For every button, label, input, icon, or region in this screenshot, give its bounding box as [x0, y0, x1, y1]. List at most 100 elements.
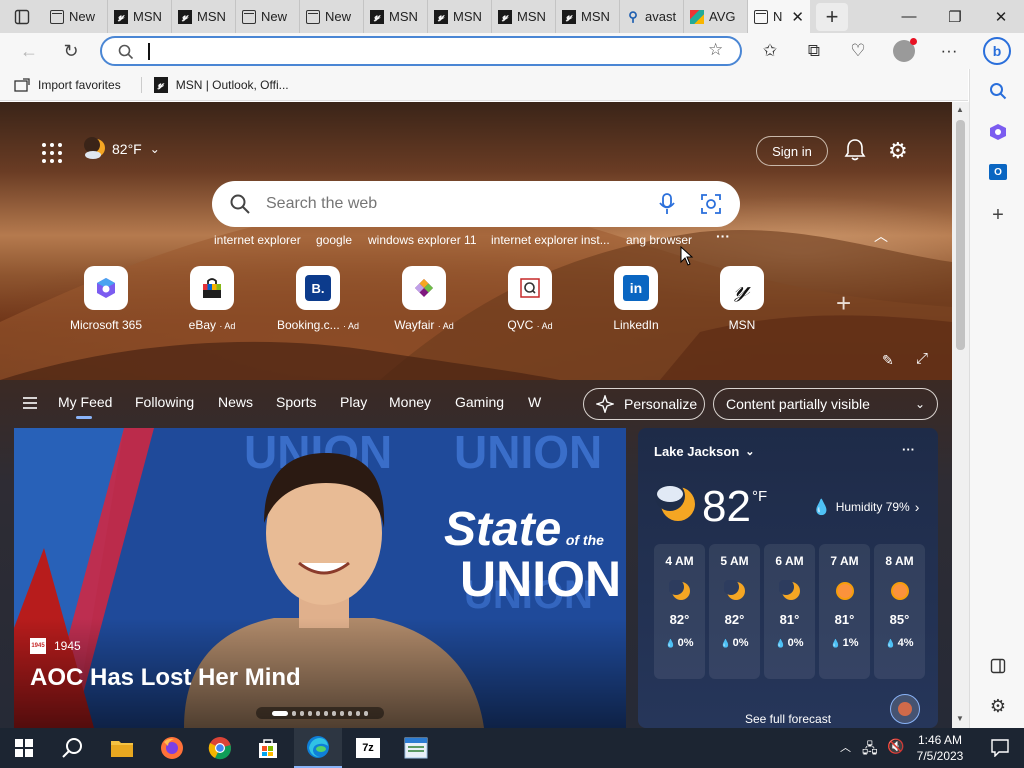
close-tab-icon[interactable]: ✕ [791, 8, 804, 26]
carousel-dot[interactable] [340, 710, 344, 716]
carousel-dot[interactable] [324, 710, 328, 716]
top-site-ebay[interactable]: eBay · Ad [167, 266, 257, 332]
browser-tab[interactable]: ⚲ avast [620, 0, 684, 33]
top-site-microsoft365[interactable]: Microsoft 365 [61, 266, 151, 332]
taskbar-notepad[interactable] [392, 728, 440, 768]
personalize-button[interactable]: Personalize [583, 388, 705, 420]
browser-tab-active[interactable]: N ✕ [748, 0, 810, 33]
notification-center-button[interactable] [976, 728, 1024, 768]
collections-button[interactable]: ⧉ [799, 37, 829, 65]
minimize-button[interactable]: — [886, 0, 932, 33]
tab-sports[interactable]: Sports [276, 394, 316, 410]
trending-search[interactable]: internet explorer [214, 233, 301, 247]
tab-news[interactable]: News [218, 394, 253, 410]
notifications-button[interactable] [844, 138, 866, 167]
sidebar-outlook-button[interactable]: O [984, 158, 1012, 186]
browser-tab[interactable]: 𝓎 MSN [172, 0, 236, 33]
expand-icon[interactable]: ⤢ [916, 350, 928, 367]
carousel-dot[interactable] [308, 710, 312, 716]
visual-search-icon[interactable] [701, 194, 721, 214]
browser-tab[interactable]: New [44, 0, 108, 33]
see-full-forecast-link[interactable]: See full forecast [745, 712, 831, 726]
refresh-button[interactable]: ↻ [56, 37, 86, 65]
network-icon[interactable]: 🖧 [862, 738, 878, 762]
top-site-booking[interactable]: B. Booking.c... · Ad [273, 266, 363, 332]
browser-tab[interactable]: New [300, 0, 364, 33]
microphone-icon[interactable] [658, 193, 676, 215]
tab-following[interactable]: Following [135, 394, 194, 410]
carousel-dot[interactable] [348, 710, 352, 716]
trending-search[interactable]: internet explorer inst... [491, 233, 610, 247]
browser-tab[interactable]: 𝓎 MSN [556, 0, 620, 33]
favorite-star-icon[interactable]: ☆ [708, 40, 723, 60]
close-window-button[interactable]: ✕ [978, 0, 1024, 33]
more-trending-button[interactable]: ··· [716, 228, 730, 244]
new-tab-button[interactable]: + [816, 2, 848, 31]
address-input[interactable] [152, 41, 692, 61]
taskbar-chrome[interactable] [196, 728, 244, 768]
carousel-dot[interactable] [364, 710, 368, 716]
collapse-chevron-icon[interactable]: ︿ [874, 226, 888, 246]
taskbar-file-explorer[interactable] [98, 728, 146, 768]
tab-play[interactable]: Play [340, 394, 367, 410]
import-favorites-item[interactable]: Import favorites [14, 78, 121, 92]
scroll-down-icon[interactable]: ▼ [956, 714, 964, 723]
taskbar-7zip[interactable]: 7z [344, 728, 392, 768]
humidity-link[interactable]: 💧 Humidity 79% › [812, 498, 919, 516]
system-clock[interactable]: 1:46 AM 7/5/2023 [912, 732, 968, 764]
news-headline[interactable]: AOC Has Lost Her Mind [30, 664, 301, 692]
taskbar-store[interactable] [244, 728, 292, 768]
taskbar-search-button[interactable] [48, 728, 96, 768]
carousel-dot[interactable] [356, 710, 360, 716]
trending-search[interactable]: windows explorer 11 [368, 233, 477, 247]
volume-muted-icon[interactable]: 🔇 [887, 738, 904, 755]
back-button[interactable]: ← [14, 37, 44, 65]
sign-in-button[interactable]: Sign in [756, 136, 828, 166]
more-dots-icon[interactable]: ··· [902, 442, 915, 457]
carousel-dot-active[interactable] [272, 710, 288, 716]
news-card[interactable]: UNION UNION UNION State of the UNION 194… [14, 428, 626, 728]
scroll-up-icon[interactable]: ▲ [956, 105, 964, 114]
top-site-msn[interactable]: 𝓎 MSN [697, 266, 787, 332]
tab-money[interactable]: Money [389, 394, 431, 410]
chevron-up-icon[interactable]: ︿ [840, 739, 851, 755]
content-visibility-dropdown[interactable]: Content partially visible ⌄ [713, 388, 938, 420]
weather-card[interactable]: Lake Jackson ⌄ ··· 82 °F 💧 Humidity 79% … [638, 428, 938, 728]
hide-sidebar-button[interactable] [984, 652, 1012, 680]
web-search-box[interactable] [212, 181, 740, 227]
add-site-button[interactable]: + [836, 288, 851, 319]
feed-menu-button[interactable] [22, 396, 38, 415]
top-site-qvc[interactable]: QVC · Ad [485, 266, 575, 332]
top-site-linkedin[interactable]: in LinkedIn [591, 266, 681, 332]
carousel-dot[interactable] [292, 710, 296, 716]
sidebar-search-button[interactable] [984, 77, 1012, 105]
carousel-dot[interactable] [316, 710, 320, 716]
web-search-input[interactable] [266, 193, 626, 215]
msn-favorite-item[interactable]: 𝓎 MSN | Outlook, Offi... [153, 76, 289, 93]
edit-background-icon[interactable]: ✎ [882, 352, 894, 369]
address-bar[interactable]: ☆ [100, 36, 742, 66]
browser-tab[interactable]: 𝓎 MSN [492, 0, 556, 33]
page-settings-button[interactable]: ⚙ [888, 138, 908, 164]
carousel-dot[interactable] [332, 710, 336, 716]
trending-search[interactable]: google [316, 233, 352, 247]
weather-map-button[interactable] [890, 694, 920, 724]
weather-widget-button[interactable]: 82°F ⌄ [84, 137, 160, 161]
page-scrollbar[interactable]: ▲ ▼ [952, 102, 969, 728]
settings-menu-button[interactable]: ··· [934, 37, 964, 65]
profile-button[interactable] [889, 37, 919, 65]
bing-copilot-button[interactable]: b [980, 34, 1014, 68]
favorites-button[interactable]: ✩ [755, 37, 785, 65]
taskbar-firefox[interactable] [148, 728, 196, 768]
browser-tab[interactable]: 𝓎 MSN [364, 0, 428, 33]
tab-actions-button[interactable] [0, 0, 44, 33]
location-selector[interactable]: Lake Jackson ⌄ [654, 444, 755, 459]
tab-gaming[interactable]: Gaming [455, 394, 504, 410]
top-site-wayfair[interactable]: Wayfair · Ad [379, 266, 469, 332]
sidebar-m365-button[interactable] [984, 118, 1012, 146]
browser-tab[interactable]: New [236, 0, 300, 33]
news-source[interactable]: 1945 1945 [30, 638, 81, 654]
sidebar-settings-button[interactable]: ⚙ [984, 692, 1012, 720]
tab-truncated[interactable]: W [528, 394, 541, 410]
carousel-indicator[interactable] [256, 707, 384, 719]
